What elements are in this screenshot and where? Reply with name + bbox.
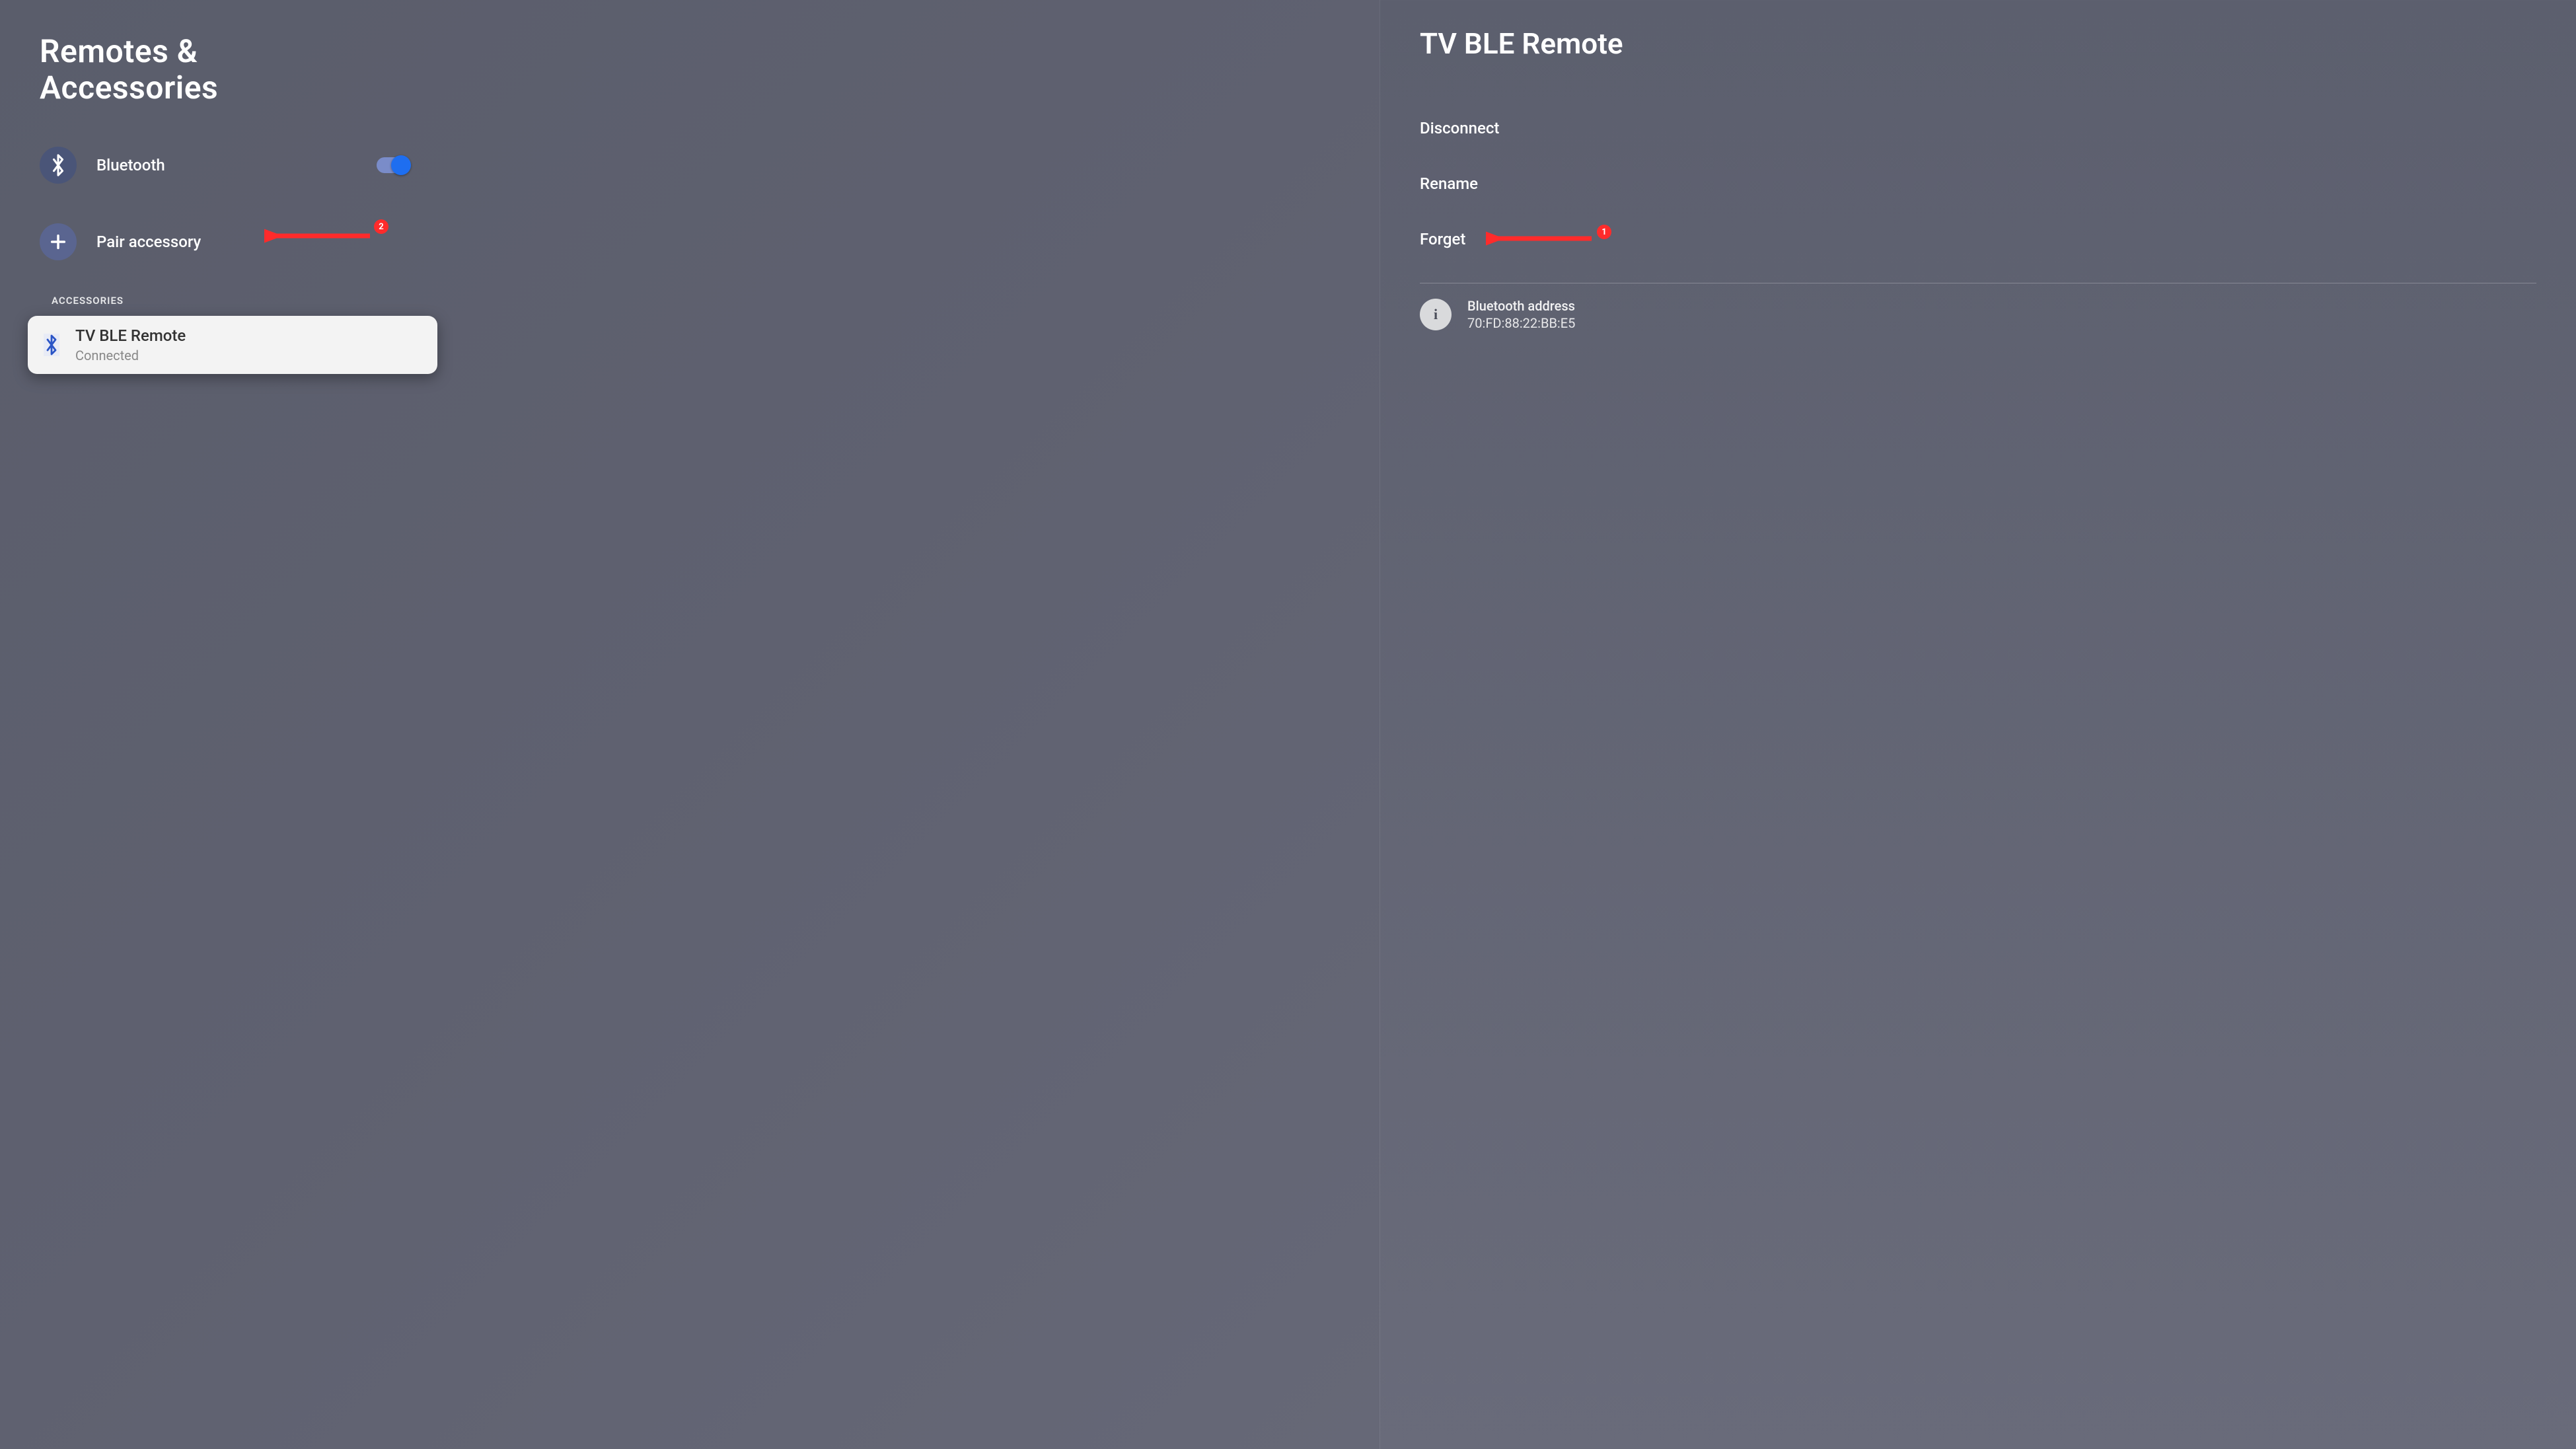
pair-accessory-label: Pair accessory	[96, 233, 201, 251]
forget-label: Forget	[1420, 230, 1465, 248]
device-detail-panel: TV BLE Remote Disconnect Rename Forget 1…	[1380, 0, 2576, 1449]
device-card-text: TV BLE Remote Connected	[75, 326, 186, 363]
annotation-arrow-1	[1486, 227, 1598, 250]
forget-item[interactable]: Forget 1	[1420, 211, 2536, 271]
annotation-arrow-2	[264, 225, 377, 247]
bluetooth-label: Bluetooth	[96, 156, 165, 174]
bluetooth-row[interactable]: Bluetooth	[40, 139, 410, 192]
info-value: 70:FD:88:22:BB:E5	[1467, 315, 1575, 331]
annotation-badge-1: 1	[1597, 225, 1611, 239]
pair-accessory-row[interactable]: Pair accessory 2	[40, 215, 410, 268]
detail-title: TV BLE Remote	[1420, 26, 2536, 61]
bluetooth-toggle[interactable]	[377, 157, 410, 173]
remotes-panel: Remotes & Accessories Bluetooth Pair acc…	[0, 0, 1380, 1449]
info-icon: i	[1420, 299, 1452, 330]
disconnect-item[interactable]: Disconnect	[1420, 100, 2536, 156]
device-card[interactable]: TV BLE Remote Connected	[28, 316, 437, 374]
bluetooth-icon	[40, 147, 77, 184]
device-name: TV BLE Remote	[75, 326, 186, 345]
page-title: Remotes & Accessories	[40, 33, 304, 106]
accessories-section-header: ACCESSORIES	[52, 295, 1380, 307]
bluetooth-address-row: i Bluetooth address 70:FD:88:22:BB:E5	[1420, 283, 2536, 346]
rename-item[interactable]: Rename	[1420, 156, 2536, 211]
settings-screen: Remotes & Accessories Bluetooth Pair acc…	[0, 0, 2576, 1449]
toggle-knob	[391, 155, 411, 175]
info-label: Bluetooth address	[1467, 298, 1575, 314]
plus-icon	[40, 223, 77, 260]
device-status: Connected	[75, 348, 186, 363]
bluetooth-icon	[44, 334, 59, 356]
annotation-badge-2: 2	[374, 219, 388, 234]
